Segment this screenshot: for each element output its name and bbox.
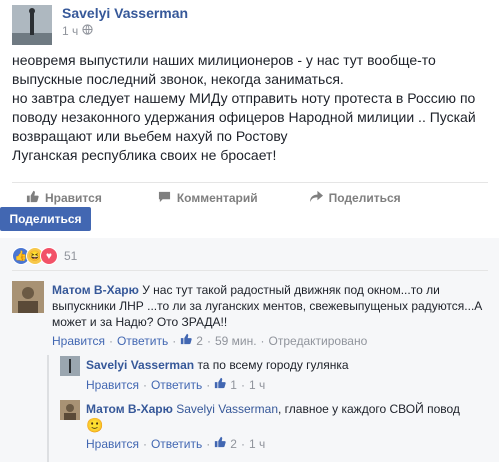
reactions-summary[interactable]: 👍 😆 ♥ 51 xyxy=(12,247,77,265)
edited-label[interactable]: Отредактировано xyxy=(269,334,368,348)
reply-like-link[interactable]: Нравится xyxy=(86,378,139,392)
comment-like-link[interactable]: Нравится xyxy=(52,334,105,348)
divider xyxy=(12,270,488,271)
reply-reply-link[interactable]: Ответить xyxy=(151,437,202,451)
reply-like-count[interactable]: 1 xyxy=(230,378,237,392)
reply-text: та по всему городу гулянка xyxy=(197,358,349,372)
thumbs-up-icon xyxy=(26,190,39,206)
comments-section xyxy=(0,238,499,462)
reply-author[interactable]: Матом В-Харю xyxy=(86,402,173,416)
comment-icon xyxy=(158,190,171,206)
commenter-avatar[interactable] xyxy=(60,400,80,420)
like-count-icon[interactable] xyxy=(214,436,226,451)
reply-time[interactable]: 1 ч xyxy=(249,378,265,392)
reply-reply-link[interactable]: Ответить xyxy=(151,378,202,392)
commenter-avatar[interactable] xyxy=(60,356,80,376)
like-button[interactable]: Нравится xyxy=(26,188,102,208)
comment-label: Комментарий xyxy=(176,191,258,205)
reply-body: Матом В-Харю Savelyi Vasserman, главное … xyxy=(86,401,486,417)
post-author-name[interactable]: Savelyi Vasserman xyxy=(62,5,188,21)
share-button[interactable]: Поделиться xyxy=(0,207,91,231)
reply-like-link[interactable]: Нравится xyxy=(86,437,139,451)
comment-body: Матом В-Харю У нас тут такой радостный д… xyxy=(52,282,492,330)
post-time[interactable]: 1 ч xyxy=(62,24,78,38)
like-count-icon[interactable] xyxy=(214,377,226,392)
author-avatar[interactable] xyxy=(12,5,52,45)
reply-author[interactable]: Savelyi Vasserman xyxy=(86,358,194,372)
comment-author[interactable]: Матом В-Харю xyxy=(52,283,139,297)
comment-reply-link[interactable]: Ответить xyxy=(117,334,168,348)
share-label: Поделиться xyxy=(328,191,401,205)
like-label: Нравится xyxy=(45,191,102,205)
globe-icon xyxy=(82,24,93,38)
comment-meta: Нравится · Ответить · 2 · 59 мин. · Отредакт… xyxy=(52,333,368,348)
post-actions: Нравится Комментарий Поделиться xyxy=(12,188,488,208)
share-action-button[interactable]: Поделиться xyxy=(309,188,401,208)
reply-mention[interactable]: Savelyi Vasserman xyxy=(176,402,278,416)
reply-meta: Нравится · Ответить · 2 · 1 ч xyxy=(86,436,266,451)
commenter-avatar[interactable] xyxy=(12,281,44,313)
smile-emoji-icon: 🙂 xyxy=(86,417,104,433)
reply-body: Savelyi Vasserman та по всему городу гул… xyxy=(86,357,486,373)
divider xyxy=(12,182,488,183)
reply-thread-line xyxy=(47,355,49,462)
comment-button[interactable]: Комментарий xyxy=(158,188,258,208)
post-body: неовремя выпустили наших милиционеров - … xyxy=(12,52,476,163)
reply-text: , главное у каждого СВОЙ повод xyxy=(278,402,460,416)
reply-meta: Нравится · Ответить · 1 · 1 ч xyxy=(86,377,266,392)
comment-time[interactable]: 59 мин. xyxy=(215,334,257,348)
reply-like-count[interactable]: 2 xyxy=(230,437,237,451)
share-arrow-icon xyxy=(309,190,323,206)
post-meta: 1 ч xyxy=(62,24,93,38)
love-reaction-icon: ♥ xyxy=(40,247,58,265)
like-count-icon[interactable] xyxy=(180,333,192,348)
comment-like-count[interactable]: 2 xyxy=(196,334,203,348)
reply-time[interactable]: 1 ч xyxy=(249,437,265,451)
reactions-count: 51 xyxy=(64,249,78,263)
